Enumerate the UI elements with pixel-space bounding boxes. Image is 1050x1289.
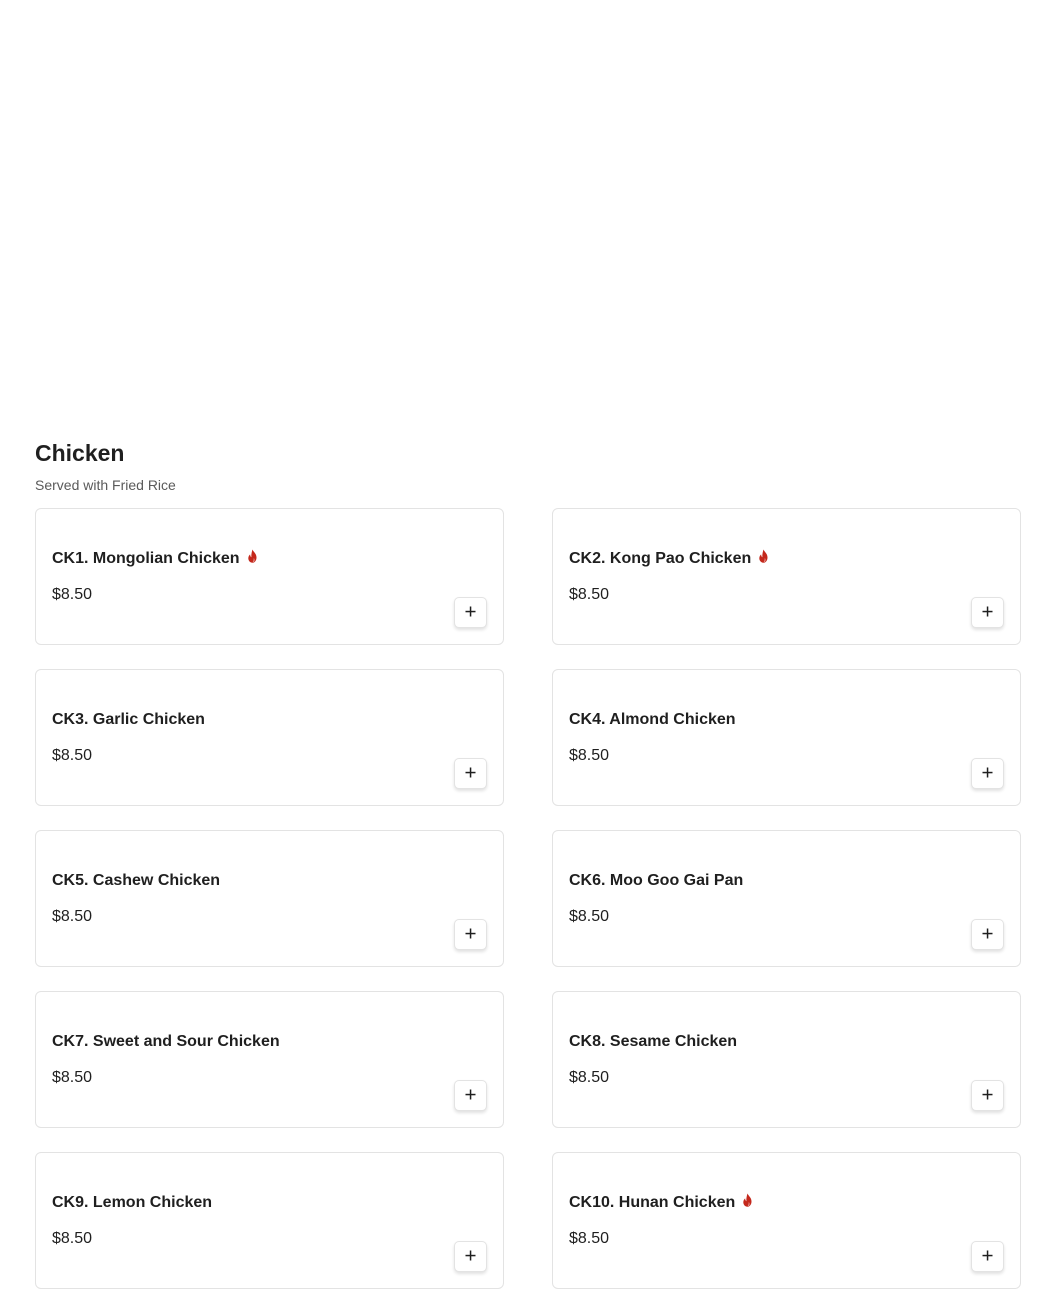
menu-item-name-wrap: CK9. Lemon Chicken: [52, 1194, 212, 1212]
menu-item-price: $8.50: [52, 1230, 93, 1247]
menu-item-card[interactable]: CK10. Hunan Chicken $8.50: [552, 1152, 1021, 1289]
plus-icon: [982, 605, 993, 620]
menu-item-card[interactable]: CK2. Kong Pao Chicken $8.50: [552, 508, 1021, 645]
add-item-button[interactable]: [454, 1080, 487, 1111]
plus-icon: [982, 766, 993, 781]
menu-item-price: $8.50: [569, 1230, 610, 1247]
menu-item-name: CK9. Lemon Chicken: [52, 1194, 213, 1211]
menu-item-name-wrap: CK8. Sesame Chicken: [569, 1033, 737, 1051]
add-item-button[interactable]: [454, 1241, 487, 1272]
menu-item-price: $8.50: [52, 908, 93, 925]
plus-icon: [465, 605, 476, 620]
add-item-button[interactable]: [454, 597, 487, 628]
menu-item-name: CK10. Hunan Chicken: [569, 1194, 736, 1211]
add-item-button[interactable]: [971, 597, 1004, 628]
menu-item-name: CK5. Cashew Chicken: [52, 872, 221, 889]
menu-item-price: $8.50: [52, 747, 93, 764]
add-item-button[interactable]: [971, 758, 1004, 789]
menu-item-name: CK7. Sweet and Sour Chicken: [52, 1033, 280, 1050]
menu-item-price: $8.50: [52, 586, 93, 603]
menu-items-grid: CK1. Mongolian Chicken $8.50 CK2. Kong P…: [35, 508, 1021, 1289]
menu-item-price: $8.50: [569, 908, 610, 925]
plus-icon: [465, 1088, 476, 1103]
menu-item-price: $8.50: [569, 747, 610, 764]
menu-item-name: CK8. Sesame Chicken: [569, 1033, 738, 1050]
menu-item-card[interactable]: CK5. Cashew Chicken $8.50: [35, 830, 504, 967]
plus-icon: [982, 1249, 993, 1264]
menu-item-name-wrap: CK1. Mongolian Chicken: [52, 549, 259, 568]
menu-item-name-wrap: CK10. Hunan Chicken: [569, 1193, 754, 1212]
menu-item-name: CK1. Mongolian Chicken: [52, 550, 240, 567]
menu-item-card[interactable]: CK9. Lemon Chicken $8.50: [35, 1152, 504, 1289]
menu-item-name: CK3. Garlic Chicken: [52, 711, 205, 728]
section-title: Chicken: [35, 440, 125, 466]
menu-item-price: $8.50: [569, 1069, 610, 1086]
menu-item-card[interactable]: CK4. Almond Chicken $8.50: [552, 669, 1021, 806]
plus-icon: [982, 927, 993, 942]
add-item-button[interactable]: [454, 919, 487, 950]
menu-item-name: CK2. Kong Pao Chicken: [569, 550, 752, 567]
menu-item-name-wrap: CK3. Garlic Chicken: [52, 711, 205, 729]
menu-item-name: CK6. Moo Goo Gai Pan: [569, 872, 744, 889]
menu-item-card[interactable]: CK1. Mongolian Chicken $8.50: [35, 508, 504, 645]
menu-item-name: CK4. Almond Chicken: [569, 711, 736, 728]
plus-icon: [465, 927, 476, 942]
flame-icon: [246, 549, 259, 564]
menu-item-card[interactable]: CK8. Sesame Chicken $8.50: [552, 991, 1021, 1128]
menu-section: Chicken Served with Fried Rice: [35, 436, 1021, 494]
menu-item-price: $8.50: [52, 1069, 93, 1086]
flame-icon: [741, 1193, 754, 1208]
section-subtitle: Served with Fried Rice: [35, 477, 176, 493]
menu-item-card[interactable]: CK3. Garlic Chicken $8.50: [35, 669, 504, 806]
plus-icon: [465, 1249, 476, 1264]
menu-item-card[interactable]: CK7. Sweet and Sour Chicken $8.50: [35, 991, 504, 1128]
menu-item-name-wrap: CK2. Kong Pao Chicken: [569, 549, 770, 568]
add-item-button[interactable]: [971, 1080, 1004, 1111]
menu-item-card[interactable]: CK6. Moo Goo Gai Pan $8.50: [552, 830, 1021, 967]
add-item-button[interactable]: [454, 758, 487, 789]
menu-item-price: $8.50: [569, 586, 610, 603]
add-item-button[interactable]: [971, 1241, 1004, 1272]
menu-item-name-wrap: CK4. Almond Chicken: [569, 711, 736, 729]
flame-icon: [757, 549, 770, 564]
add-item-button[interactable]: [971, 919, 1004, 950]
menu-item-name-wrap: CK6. Moo Goo Gai Pan: [569, 872, 743, 890]
plus-icon: [982, 1088, 993, 1103]
menu-item-name-wrap: CK5. Cashew Chicken: [52, 872, 220, 890]
menu-item-name-wrap: CK7. Sweet and Sour Chicken: [52, 1033, 280, 1051]
plus-icon: [465, 766, 476, 781]
